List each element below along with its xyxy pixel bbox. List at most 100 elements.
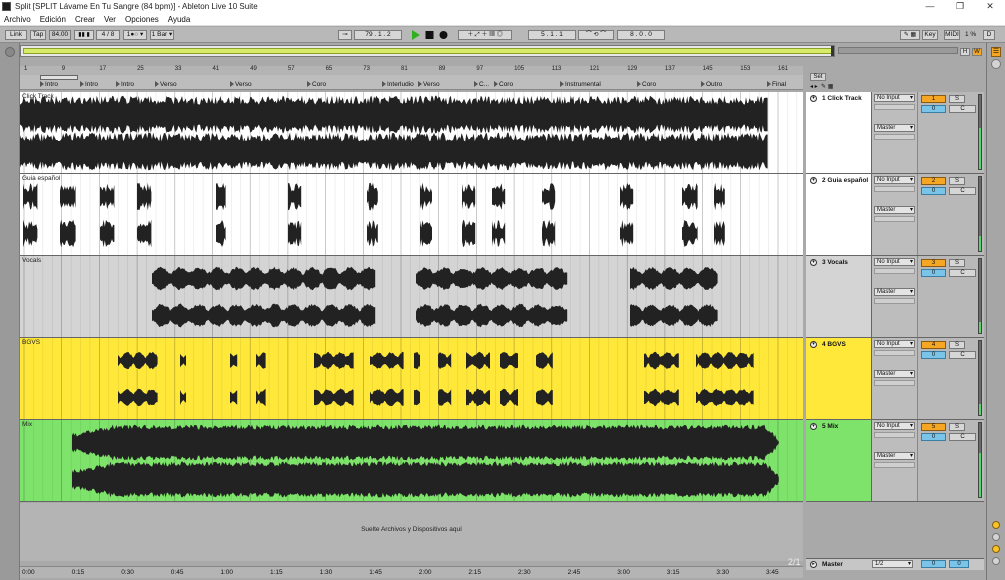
output-select[interactable]: Master	[874, 206, 915, 214]
overdub-automation-buttons[interactable]: ＋ ⤢ ＋ ▦ ◎	[458, 30, 512, 40]
solo-button[interactable]: S	[949, 423, 965, 431]
overview-visible-range[interactable]	[23, 48, 832, 54]
quantize-menu[interactable]: 1 Bar ▾	[150, 30, 174, 40]
metronome-button[interactable]: 1●○ ▾	[123, 30, 147, 40]
track-header-3[interactable]: ▾ 3 Vocals No Input Master 3 S 0 C	[806, 256, 984, 338]
volume-field[interactable]: 0	[921, 105, 946, 113]
locator-marker[interactable]: Coro	[307, 81, 326, 88]
track-activator[interactable]: 4	[921, 341, 946, 349]
track-title[interactable]: 1 Click Track	[822, 95, 862, 102]
input-select[interactable]: No Input	[874, 176, 915, 184]
locator-marker[interactable]: Verso	[418, 81, 440, 88]
menu-icon[interactable]: ☰	[991, 47, 1001, 57]
waveform-vocals[interactable]	[20, 256, 803, 338]
draw-mode-icon[interactable]: ✎ ▦	[900, 30, 920, 40]
output-channel[interactable]	[874, 134, 915, 140]
master-track-header[interactable]: ▸ Master 1/2 0 0	[806, 558, 984, 570]
track-activator[interactable]: 3	[921, 259, 946, 267]
browser-toggle-icon[interactable]	[5, 47, 15, 57]
locator-lane[interactable]: Intro Intro Intro Verso Verso Coro Interludio V…	[20, 75, 803, 90]
stop-icon[interactable]	[425, 30, 434, 40]
time-signature-field[interactable]: 4 / 8	[96, 30, 120, 40]
track-title-box[interactable]: ▾ 5 Mix	[806, 420, 872, 501]
output-channel[interactable]	[874, 216, 915, 222]
drop-zone[interactable]: Suelte Archivos y Dispositivos aquí	[20, 503, 803, 561]
track-lane-click[interactable]: Click Track	[20, 92, 803, 174]
nudge-buttons[interactable]: ▮▮ ▮	[74, 30, 94, 40]
waveform-mix[interactable]	[20, 420, 803, 502]
tap-button[interactable]: Tap	[30, 30, 46, 40]
input-channel[interactable]	[874, 350, 915, 356]
pan-field[interactable]: C	[949, 105, 976, 113]
locator-marker[interactable]: Intro	[80, 81, 98, 88]
input-channel[interactable]	[874, 432, 915, 438]
locator-marker[interactable]: Verso	[230, 81, 252, 88]
tempo-field[interactable]: 84.00	[49, 30, 71, 40]
menu-ver[interactable]: Ver	[104, 15, 116, 24]
track-header-2[interactable]: ▾ 2 Guia español No Input Master 2 S 0 C	[806, 174, 984, 256]
menu-ayuda[interactable]: Ayuda	[168, 15, 191, 24]
track-activator[interactable]: 1	[921, 95, 946, 103]
menu-crear[interactable]: Crear	[75, 15, 95, 24]
restore-button[interactable]: ❐	[945, 0, 975, 13]
returns-toggle-icon[interactable]	[992, 545, 1000, 553]
output-channel[interactable]	[874, 380, 915, 386]
h-toggle[interactable]: H	[960, 48, 970, 56]
track-lane-guia[interactable]: Guia español	[20, 174, 803, 256]
track-title[interactable]: 3 Vocals	[822, 259, 848, 266]
volume-field[interactable]: 0	[921, 351, 946, 359]
locator-marker[interactable]: Outro	[701, 81, 722, 88]
locator-marker[interactable]: Coro	[494, 81, 513, 88]
record-icon[interactable]	[439, 30, 448, 40]
locator-marker[interactable]: Interludio	[382, 81, 414, 88]
track-lane-bgvs[interactable]: BGVS	[20, 338, 803, 420]
track-title-box[interactable]: ▾ 4 BGVS	[806, 338, 872, 419]
key-map-button[interactable]: Key	[922, 30, 938, 40]
track-lane-vocals[interactable]: Vocals	[20, 256, 803, 338]
locator-marker[interactable]: Coro	[637, 81, 656, 88]
input-channel[interactable]	[874, 186, 915, 192]
menu-edicion[interactable]: Edición	[40, 15, 66, 24]
input-select[interactable]: No Input	[874, 340, 915, 348]
menu-archivo[interactable]: Archivo	[4, 15, 31, 24]
output-select[interactable]: Master	[874, 452, 915, 460]
locator-nav-icons[interactable]: ◂ ▸ ✎ ▦	[810, 83, 864, 91]
waveform-click[interactable]	[20, 92, 803, 174]
w-toggle[interactable]: W	[972, 48, 982, 56]
output-select[interactable]: Master	[874, 288, 915, 296]
fold-icon[interactable]: ▾	[810, 259, 817, 266]
locator-marker[interactable]: Final	[767, 81, 786, 88]
loop-length-field[interactable]: 8 . 0 . 0	[617, 30, 665, 40]
track-activator[interactable]: 5	[921, 423, 946, 431]
track-title-box[interactable]: ▾ 1 Click Track	[806, 92, 872, 173]
input-select[interactable]: No Input	[874, 258, 915, 266]
pan-field[interactable]: C	[949, 433, 976, 441]
track-activator[interactable]: 2	[921, 177, 946, 185]
pan-field[interactable]: C	[949, 269, 976, 277]
midi-map-button[interactable]: MIDI	[944, 30, 960, 40]
fold-icon[interactable]: ▾	[810, 177, 817, 184]
pan-field[interactable]: C	[949, 187, 976, 195]
input-channel[interactable]	[874, 268, 915, 274]
output-select[interactable]: Master	[874, 124, 915, 132]
time-ruler[interactable]: 0:00 0:15 0:30 0:45 1:00 1:15 1:30 1:45 2:00 2:15…	[20, 566, 803, 578]
fold-icon[interactable]: ▸	[810, 561, 817, 568]
solo-button[interactable]: S	[949, 341, 965, 349]
track-title[interactable]: 4 BGVS	[822, 341, 846, 348]
set-button[interactable]: Set	[810, 73, 826, 81]
solo-button[interactable]: S	[949, 95, 965, 103]
volume-field[interactable]: 0	[921, 433, 946, 441]
fold-icon[interactable]: ▾	[810, 341, 817, 348]
beat-time-ruler[interactable]: 1 9 17 25 33 41 49 57 65 73 81 89 97 105 113 121 129 137 1…	[20, 66, 803, 75]
io-toggle-icon[interactable]	[992, 521, 1000, 529]
track-title-box[interactable]: ▾ 2 Guia español	[806, 174, 872, 255]
cue-out-select[interactable]: 1/2	[872, 560, 913, 568]
track-title-box[interactable]: ▾ 3 Vocals	[806, 256, 872, 337]
solo-button[interactable]: S	[949, 177, 965, 185]
input-select[interactable]: No Input	[874, 422, 915, 430]
output-channel[interactable]	[874, 298, 915, 304]
close-button[interactable]: ✕	[975, 0, 1005, 13]
pan-field[interactable]: C	[949, 351, 976, 359]
loop-brace[interactable]	[40, 75, 78, 80]
track-title[interactable]: 2 Guia español	[822, 177, 868, 184]
